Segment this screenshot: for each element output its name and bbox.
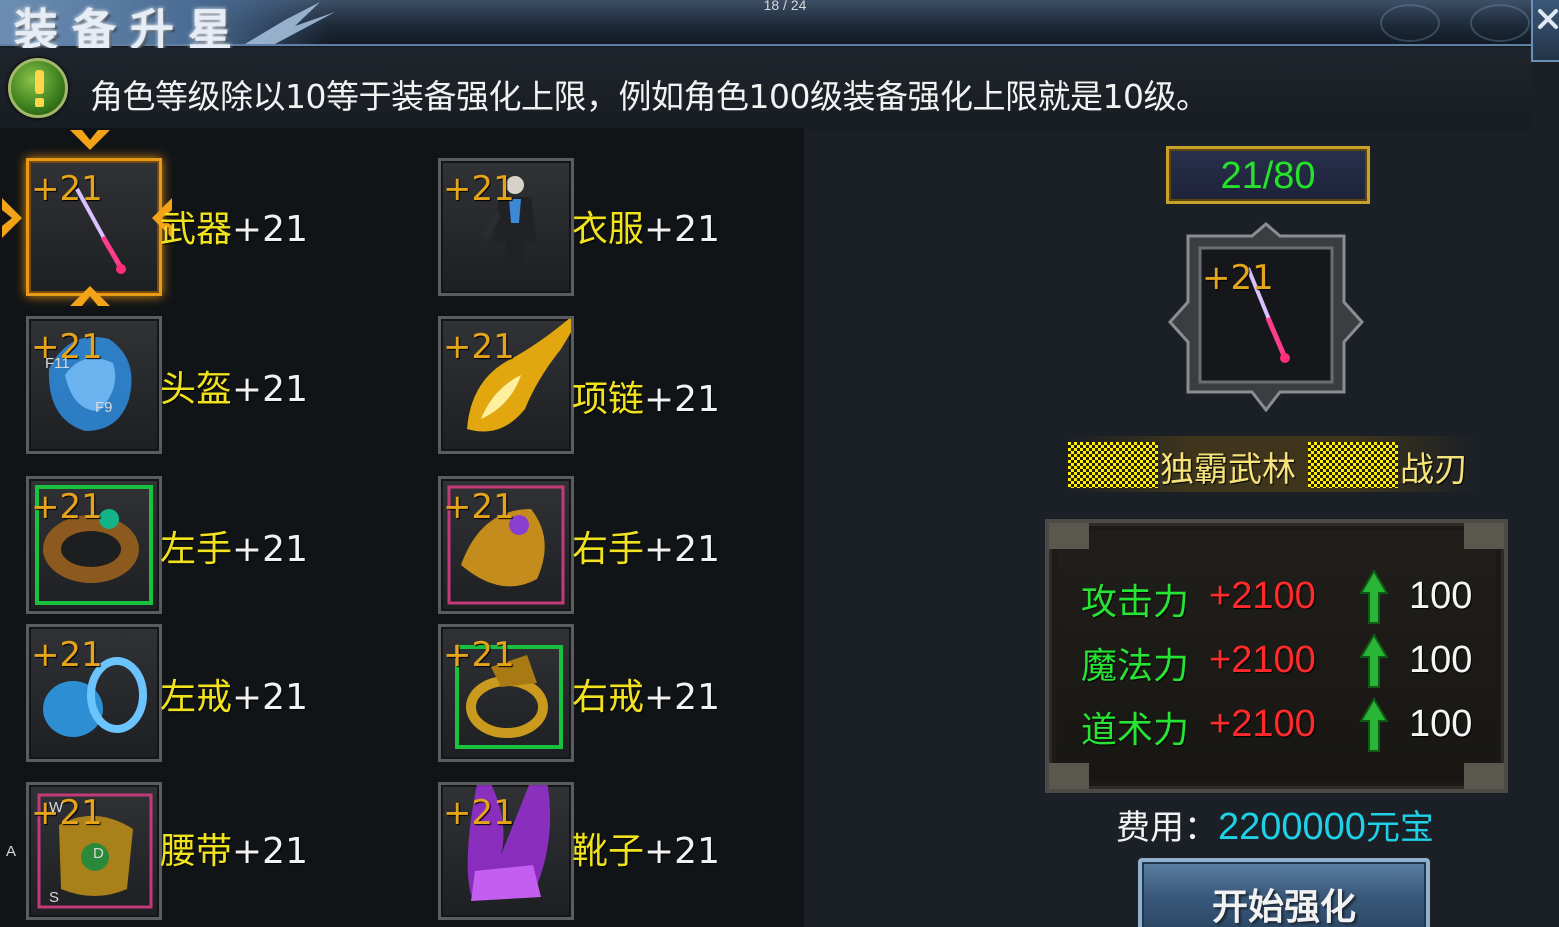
close-button[interactable] [1531, 0, 1559, 62]
slot-level: +21 [443, 169, 515, 209]
slot-label-left-ring: 左戒+21 [160, 677, 308, 718]
slot-left-hand[interactable]: +21 [26, 476, 162, 614]
slot-label-necklace: 项链+21 [572, 379, 720, 420]
frame-corner [1464, 523, 1504, 549]
warning-icon [8, 58, 68, 118]
select-arrow-right-icon [2, 198, 22, 238]
slot-right-hand[interactable]: +21 [438, 476, 574, 614]
start-upgrade-button[interactable]: 开始强化 [1138, 858, 1430, 927]
title-ornament-icon [1470, 4, 1530, 42]
stat-name: 道术力 [1081, 710, 1190, 751]
slot-necklace[interactable]: +21 [438, 316, 574, 454]
notice-bar: 角色等级除以10等于装备强化上限，例如角色100级装备强化上限就是10级。 [0, 48, 1531, 130]
progress-text: 21/80 [1220, 155, 1316, 197]
stat-increase: 100 [1409, 639, 1473, 681]
cost-row: 费用：2200000元宝 [1116, 800, 1434, 849]
hotkey-hint: D [93, 845, 104, 862]
slot-label-boots: 靴子+21 [572, 831, 720, 872]
increase-arrow-icon [1359, 697, 1389, 752]
slot-weapon[interactable]: +21 [26, 158, 162, 296]
stat-value: +2100 [1209, 639, 1316, 681]
item-name-part: 独霸武林 [1160, 450, 1296, 490]
select-arrow-up-icon [70, 286, 110, 306]
stats-panel: 攻击力 +2100 100 魔法力 +2100 100 道术力 +2100 10… [1045, 519, 1508, 793]
close-icon [1538, 9, 1558, 29]
item-name-part: 战刃 [1400, 450, 1468, 490]
slot-level: +21 [31, 635, 103, 675]
slot-label-belt: 腰带+21 [160, 831, 308, 872]
select-arrow-down-icon [70, 130, 110, 150]
slot-level: +21 [31, 487, 103, 527]
slot-right-ring[interactable]: +21 [438, 624, 574, 762]
stat-row-taoism: 道术力 +2100 100 [1081, 697, 1501, 752]
slot-helmet[interactable]: +21 F11 F9 [26, 316, 162, 454]
slot-level: +21 [443, 487, 515, 527]
selected-item-slot: +21 [1167, 222, 1365, 413]
notice-text: 角色等级除以10等于装备强化上限，例如角色100级装备强化上限就是10级。 [90, 77, 1209, 116]
hotkey-hint: A [6, 843, 17, 860]
stat-increase: 100 [1409, 575, 1473, 617]
cost-value: 2200000 [1218, 806, 1366, 848]
stat-name: 魔法力 [1081, 646, 1190, 687]
slot-boots[interactable]: +21 [438, 782, 574, 920]
hotkey-hint: W [49, 799, 64, 816]
slot-level: +21 [31, 793, 103, 833]
start-upgrade-label: 开始强化 [1211, 887, 1356, 927]
upgrade-progress: 21/80 [1166, 146, 1370, 204]
slot-label-left-hand: 左手+21 [160, 529, 308, 570]
cost-label: 费用： [1116, 808, 1218, 848]
stat-increase: 100 [1409, 703, 1473, 745]
slot-label-weapon: 武器+21 [160, 209, 308, 250]
title-ornament-icon [1380, 4, 1440, 42]
quality-pattern-icon [1068, 442, 1158, 488]
slot-label-right-ring: 右戒+21 [572, 677, 720, 718]
slot-left-ring[interactable]: +21 [26, 624, 162, 762]
stat-value: +2100 [1209, 703, 1316, 745]
stat-row-attack: 攻击力 +2100 100 [1081, 569, 1501, 624]
slot-level: +21 [443, 635, 515, 675]
hotkey-hint: S [49, 889, 60, 906]
page-counter: 18 / 24 [763, 0, 807, 13]
stat-name: 攻击力 [1081, 582, 1190, 623]
cost-unit: 元宝 [1365, 808, 1434, 848]
frame-corner [1049, 523, 1089, 549]
ornate-frame-icon [1167, 222, 1365, 413]
increase-arrow-icon [1359, 633, 1389, 688]
slot-label-right-hand: 右手+21 [572, 529, 720, 570]
increase-arrow-icon [1359, 569, 1389, 624]
slot-label-clothes: 衣服+21 [572, 209, 720, 250]
slot-level: +21 [31, 169, 103, 209]
slot-level: +21 [443, 327, 515, 367]
title-decoration-icon [245, 2, 335, 44]
slot-level: +21 [443, 793, 515, 833]
stat-value: +2100 [1209, 575, 1316, 617]
slot-belt[interactable]: +21 W D S [26, 782, 162, 920]
hotkey-hint: F11 [45, 355, 70, 372]
slot-level: +21 [1202, 258, 1274, 298]
slot-clothes[interactable]: +21 [438, 158, 574, 296]
frame-corner [1049, 763, 1089, 789]
hotkey-hint: F9 [95, 399, 113, 416]
title-bar: 装备升星 18 / 24 [0, 0, 1559, 56]
slot-label-helmet: 头盔+21 [160, 369, 308, 410]
stat-row-magic: 魔法力 +2100 100 [1081, 633, 1501, 688]
item-name: 独霸武林 战刃 [1066, 436, 1476, 492]
quality-pattern-icon [1308, 442, 1398, 488]
frame-corner [1464, 763, 1504, 789]
